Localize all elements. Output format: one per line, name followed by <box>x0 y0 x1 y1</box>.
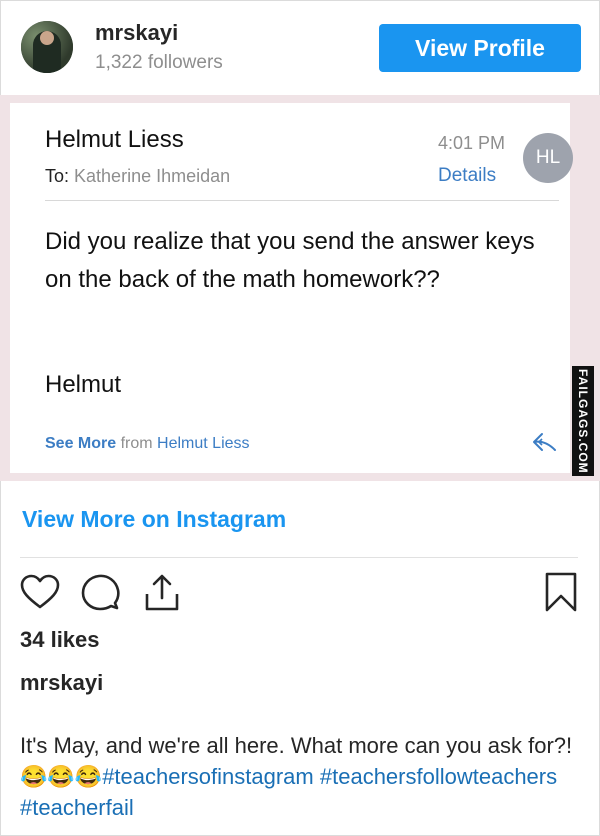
email-details-link[interactable]: Details <box>438 165 496 187</box>
likes-count[interactable]: 34 likes <box>20 627 100 653</box>
see-more-from: from <box>120 435 153 452</box>
email-card: Helmut Liess 4:01 PM Details To: Katheri… <box>10 103 573 473</box>
username[interactable]: mrskayi <box>95 20 178 46</box>
section-divider <box>20 557 578 558</box>
share-icon[interactable] <box>143 572 181 612</box>
heart-icon[interactable] <box>20 574 60 610</box>
email-divider <box>45 200 559 201</box>
see-more-sender: Helmut Liess <box>157 435 250 452</box>
view-more-instagram-link[interactable]: View More on Instagram <box>22 506 286 533</box>
hashtag-link[interactable]: #teachersofinstagram <box>102 764 314 789</box>
email-signature: Helmut <box>45 371 122 398</box>
post-header: mrskayi 1,322 followers View Profile <box>0 0 600 95</box>
email-screenshot: Helmut Liess 4:01 PM Details To: Katheri… <box>0 95 600 481</box>
bookmark-icon[interactable] <box>544 572 578 612</box>
avatar-face <box>40 31 54 45</box>
email-to-label: To: <box>45 166 70 186</box>
email-to-value: Katherine Ihmeidan <box>74 166 231 186</box>
caption-username[interactable]: mrskayi <box>20 670 103 696</box>
email-recipient: To: Katherine Ihmeidan <box>45 166 230 187</box>
sender-avatar: HL <box>523 133 573 183</box>
reply-icon[interactable] <box>531 431 557 453</box>
hashtag-link[interactable]: #teacherfail <box>20 795 134 820</box>
post-caption: It's May, and we're all here. What more … <box>20 730 580 823</box>
watermark: FAILGAGS.COM <box>572 366 594 476</box>
email-body: Did you realize that you send the answer… <box>45 228 535 293</box>
followers-count: 1,322 followers <box>95 52 223 73</box>
see-more-link[interactable]: See More from Helmut Liess <box>45 435 250 453</box>
email-time: 4:01 PM <box>438 133 506 153</box>
email-sender: Helmut Liess <box>45 126 184 153</box>
comment-icon[interactable] <box>80 573 120 611</box>
avatar[interactable] <box>21 21 73 73</box>
see-more-label[interactable]: See More <box>45 435 116 452</box>
view-profile-button[interactable]: View Profile <box>379 24 581 72</box>
hashtag-link[interactable]: #teachersfollowteachers <box>320 764 557 789</box>
